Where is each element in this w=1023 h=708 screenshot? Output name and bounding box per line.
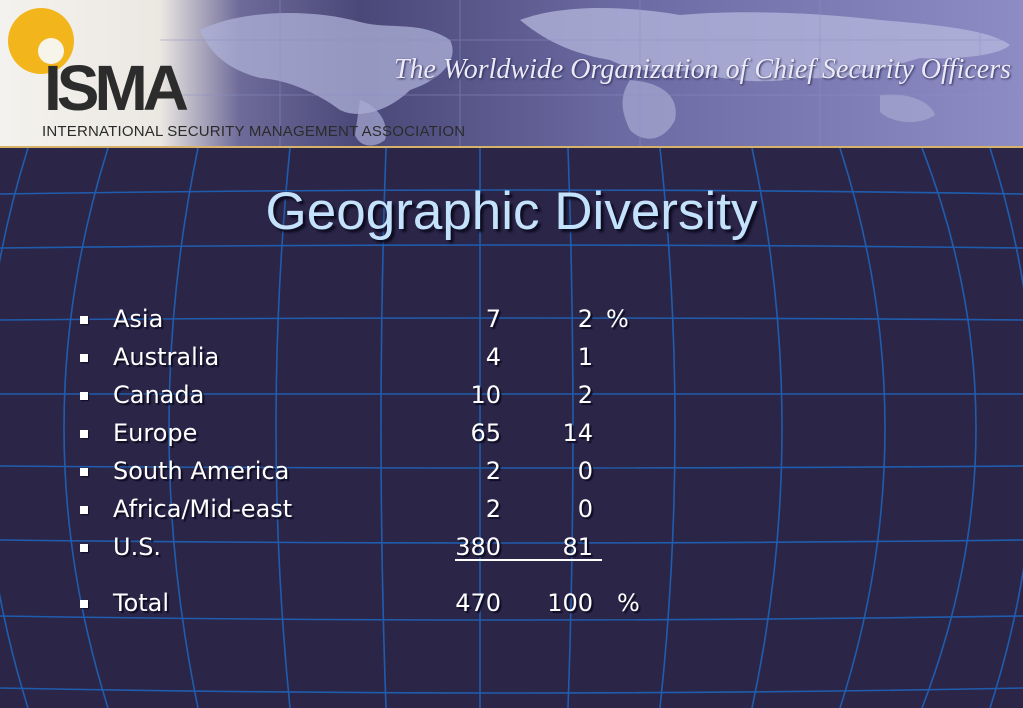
list-item-total: Total 470 100 % xyxy=(0,588,1023,618)
member-count: 7 xyxy=(485,305,501,333)
member-count: 2 xyxy=(485,495,501,523)
member-percent: 14 xyxy=(562,419,593,447)
total-label: Total xyxy=(113,589,170,617)
percent-sign: % xyxy=(617,589,640,617)
region-label: U.S. xyxy=(113,533,162,561)
percent-sign: % xyxy=(606,305,629,333)
organization-name: INTERNATIONAL SECURITY MANAGEMENT ASSOCI… xyxy=(42,123,466,140)
tagline: The Worldwide Organization of Chief Secu… xyxy=(393,54,1011,85)
bullet-icon xyxy=(80,316,88,324)
list-item-asia: Asia 7 2 % xyxy=(0,304,1023,334)
bullet-icon xyxy=(80,430,88,438)
member-count: 10 xyxy=(470,381,501,409)
member-percent: 0 xyxy=(577,457,593,485)
bullet-icon xyxy=(80,354,88,362)
region-label: South America xyxy=(113,457,290,485)
list-item-canada: Canada 10 2 xyxy=(0,380,1023,410)
member-count: 65 xyxy=(470,419,501,447)
member-count: 2 xyxy=(485,457,501,485)
bullet-icon xyxy=(80,392,88,400)
member-percent: 1 xyxy=(577,343,593,371)
isma-logo: ISMA xyxy=(44,52,189,124)
region-label: Canada xyxy=(113,381,205,409)
list-item-africa-mid-east: Africa/Mid-east 2 0 xyxy=(0,494,1023,524)
member-percent: 2 xyxy=(577,381,593,409)
slide-title: Geographic Diversity xyxy=(265,182,758,241)
list-item-us: U.S. 380 81 xyxy=(0,532,1023,562)
bullet-icon xyxy=(80,506,88,514)
total-percent: 100 xyxy=(547,589,593,617)
total-count: 470 xyxy=(455,589,501,617)
member-count: 4 xyxy=(485,343,501,371)
member-percent: 81 xyxy=(562,533,593,561)
region-label: Africa/Mid-east xyxy=(113,495,293,523)
bullet-icon xyxy=(80,468,88,476)
region-label: Australia xyxy=(113,343,220,371)
member-percent: 0 xyxy=(577,495,593,523)
region-label: Asia xyxy=(113,305,164,333)
list-item-europe: Europe 65 14 xyxy=(0,418,1023,448)
list-item-south-america: South America 2 0 xyxy=(0,456,1023,486)
region-label: Europe xyxy=(113,419,198,447)
bullet-icon xyxy=(80,544,88,552)
header-banner: ISMA INTERNATIONAL SECURITY MANAGEMENT A… xyxy=(0,0,1023,148)
member-percent: 2 xyxy=(577,305,593,333)
member-count: 380 xyxy=(455,533,501,561)
list-item-australia: Australia 4 1 xyxy=(0,342,1023,372)
bullet-icon xyxy=(80,600,88,608)
